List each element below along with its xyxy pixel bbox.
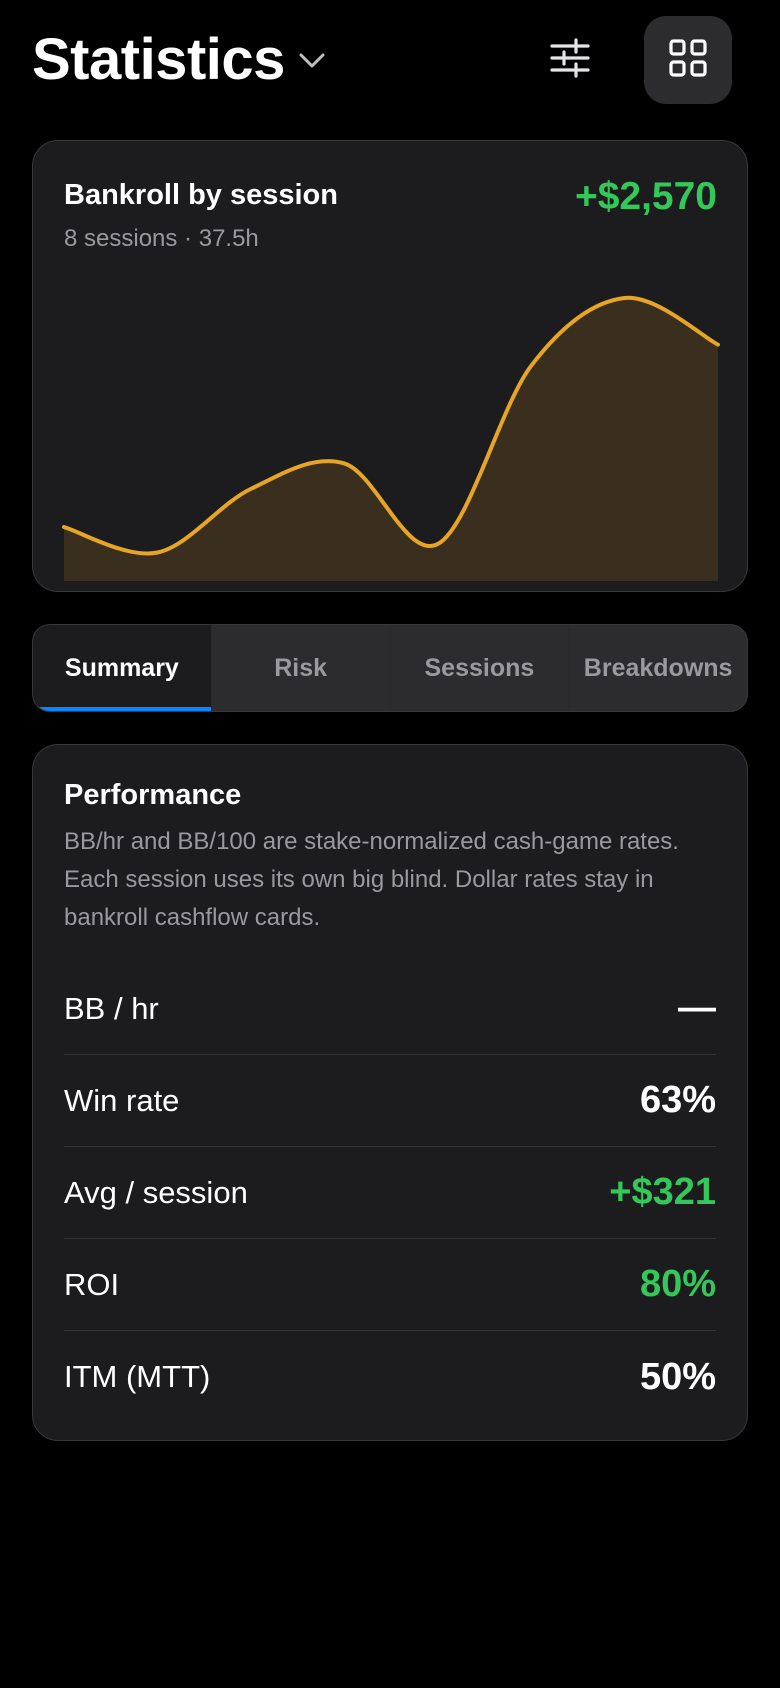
metric-row-bb-hr: BB / hr — [64, 963, 716, 1055]
tab-sessions[interactable]: Sessions [391, 625, 570, 711]
tab-summary[interactable]: Summary [33, 625, 212, 711]
metrics-list: BB / hr — Win rate 63% Avg / session +$3… [64, 963, 716, 1423]
metric-value: 80% [639, 1263, 716, 1305]
metric-label: Avg / session [64, 1174, 248, 1210]
metric-label: ITM (MTT) [64, 1359, 211, 1394]
tab-breakdowns[interactable]: Breakdowns [569, 625, 747, 711]
page-title: Statistics [32, 27, 285, 92]
metric-label: ROI [64, 1266, 120, 1302]
title-dropdown[interactable]: Statistics [32, 28, 325, 92]
filter-button[interactable] [540, 30, 600, 90]
sliders-icon [550, 37, 590, 83]
metric-value: — [678, 987, 716, 1029]
bankroll-chart-card: Bankroll by session 8 sessions · 37.5h +… [32, 140, 748, 592]
metric-row-itm: ITM (MTT) 50% [64, 1331, 716, 1423]
metric-row-roi: ROI 80% [64, 1239, 716, 1331]
metric-value: 63% [639, 1079, 716, 1121]
metric-row-win-rate: Win rate 63% [64, 1055, 716, 1147]
performance-description: BB/hr and BB/100 are stake-normalized ca… [64, 828, 679, 931]
chevron-down-icon [299, 53, 325, 74]
metric-value: +$321 [609, 1171, 716, 1213]
metric-label: Win rate [64, 1082, 180, 1118]
grid-icon [669, 38, 707, 82]
stats-tabs: Summary Risk Sessions Breakdowns [32, 624, 748, 712]
bankroll-chart[interactable] [33, 141, 749, 593]
performance-card: Performance BB/hr and BB/100 are stake-n… [32, 744, 748, 1441]
metric-value: 50% [639, 1355, 716, 1398]
chart-area-fill [64, 297, 718, 581]
tab-risk[interactable]: Risk [212, 625, 391, 711]
performance-title: Performance [64, 779, 242, 811]
header: Statistics [32, 16, 732, 104]
layout-grid-button[interactable] [644, 16, 732, 104]
metric-row-avg-session: Avg / session +$321 [64, 1147, 716, 1239]
metric-label: BB / hr [64, 990, 159, 1026]
